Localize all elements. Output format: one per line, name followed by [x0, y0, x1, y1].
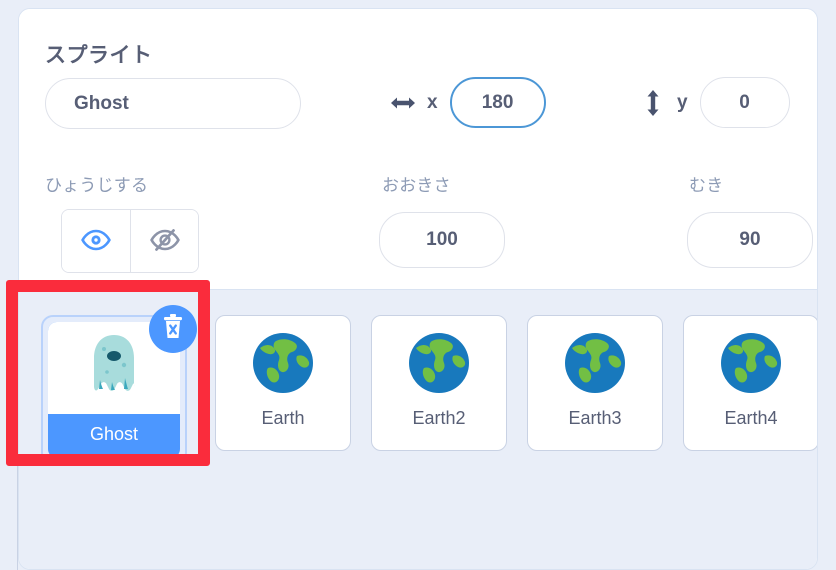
sprite-tile-ghost[interactable]: Ghost: [41, 305, 197, 465]
globe-icon: [252, 320, 314, 406]
horizontal-double-arrow-icon: [389, 89, 417, 117]
sprite-tile-label: Earth: [261, 408, 305, 428]
x-coordinate-input[interactable]: [449, 77, 546, 128]
visibility-toggle-group: [61, 209, 199, 273]
direction-input[interactable]: [687, 212, 813, 268]
x-coordinate-group: x: [389, 77, 546, 128]
sprite-tile-earth3[interactable]: Earth3: [527, 315, 663, 451]
sprite-info-section: スプライト x y: [19, 9, 817, 289]
sprite-tile-earth[interactable]: Earth: [215, 315, 351, 451]
sprite-panel: スプライト x y: [18, 8, 818, 570]
globe-icon: [720, 320, 782, 406]
page-title: スプライト: [45, 44, 153, 67]
sprite-tile-label: Earth4: [724, 408, 778, 428]
size-input[interactable]: [379, 212, 505, 268]
y-coordinate-input[interactable]: [699, 77, 790, 128]
hide-sprite-button[interactable]: [130, 210, 198, 272]
sprite-tile-earth2[interactable]: Earth2: [371, 315, 507, 451]
sprite-name-input[interactable]: [45, 78, 301, 129]
vertical-double-arrow-icon: [639, 89, 667, 117]
trash-delete-icon: [160, 313, 186, 346]
sprite-tile-label: Earth3: [568, 408, 622, 428]
show-sprite-button[interactable]: [62, 210, 130, 272]
show-label: ひょうじする: [45, 176, 149, 195]
eye-icon: [81, 229, 111, 254]
sprite-list: Ghost Earth Earth2 Earth3 Earth4: [19, 290, 817, 569]
sprite-tile-earth4[interactable]: Earth4: [683, 315, 817, 451]
direction-label: むき: [689, 176, 724, 195]
sprite-tile-label: Earth2: [412, 408, 466, 428]
globe-icon: [564, 320, 626, 406]
size-label: おおきさ: [382, 176, 451, 195]
y-label: y: [677, 91, 688, 113]
eye-slash-icon: [149, 228, 180, 254]
x-label: x: [427, 91, 438, 113]
sprite-pane: スプライト x y: [0, 0, 836, 570]
delete-sprite-button[interactable]: [149, 305, 197, 353]
y-coordinate-group: y: [639, 77, 790, 128]
sprite-tile-label: Ghost: [89, 424, 139, 444]
globe-icon: [408, 320, 470, 406]
